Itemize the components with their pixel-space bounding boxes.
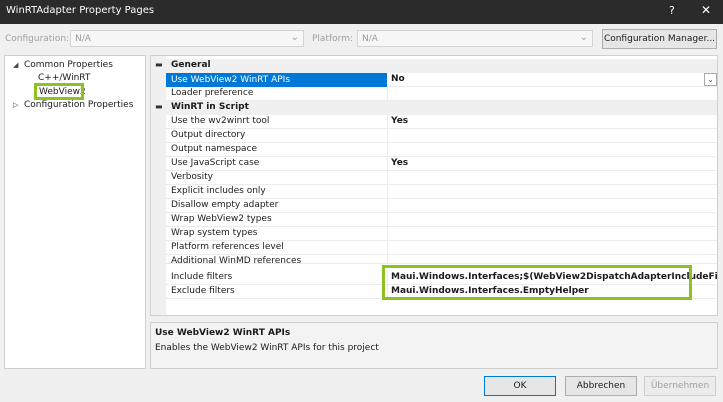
chevron-down-icon[interactable]: ⌄: [704, 73, 717, 86]
property-name: Disallow empty adapter: [171, 200, 279, 210]
property-row[interactable]: Loader preference: [166, 87, 717, 101]
description-panel: Use WebView2 WinRT APIs Enables the WebV…: [150, 322, 718, 369]
cancel-button[interactable]: Abbrechen: [565, 376, 637, 396]
property-name: Output namespace: [171, 144, 258, 154]
category-label: General: [171, 60, 211, 70]
webview2-highlight-box: [34, 83, 84, 100]
property-row[interactable]: Use the wv2winrt tool Yes: [166, 115, 717, 129]
category-winrt-in-script[interactable]: ▬ WinRT in Script: [151, 101, 717, 115]
property-name: Platform references level: [171, 242, 284, 252]
grid-gutter: [151, 56, 166, 315]
property-name: Explicit includes only: [171, 186, 266, 196]
category-label: WinRT in Script: [171, 102, 249, 112]
property-name: Use WebView2 WinRT APIs: [166, 73, 387, 87]
chevron-down-icon: ⌄: [290, 32, 299, 43]
property-value[interactable]: No: [391, 74, 405, 84]
property-name: Include filters: [171, 272, 233, 282]
configuration-manager-button[interactable]: Configuration Manager...: [602, 29, 717, 49]
property-name: Use the wv2winrt tool: [171, 116, 270, 126]
property-name: Loader preference: [171, 88, 254, 98]
tree-item-common-properties[interactable]: Common Properties: [24, 60, 113, 70]
property-name: Use JavaScript case: [171, 158, 260, 168]
platform-value: N/A: [362, 34, 378, 44]
title-bar: WinRTAdapter Property Pages ? ✕: [0, 0, 723, 24]
property-row[interactable]: Use WebView2 WinRT APIs No ⌄: [166, 73, 717, 87]
description-title: Use WebView2 WinRT APIs: [155, 328, 291, 338]
property-name: Wrap system types: [171, 228, 258, 238]
configuration-label: Configuration:: [5, 34, 70, 44]
filters-highlight-box: [382, 265, 692, 300]
property-name: Additional WinMD references: [171, 256, 302, 264]
help-button[interactable]: ?: [669, 4, 675, 17]
property-row[interactable]: Output directory: [166, 129, 717, 143]
collapse-triangle-icon[interactable]: ◢: [13, 61, 18, 69]
expand-triangle-icon[interactable]: ▷: [13, 101, 18, 109]
property-row[interactable]: Verbosity: [166, 171, 717, 185]
property-name: Verbosity: [171, 172, 213, 182]
tree-item-cppwinrt[interactable]: C++/WinRT: [38, 73, 90, 83]
property-row[interactable]: Disallow empty adapter: [166, 199, 717, 213]
property-row[interactable]: Wrap system types: [166, 227, 717, 241]
window-title: WinRTAdapter Property Pages: [6, 5, 155, 16]
property-name: Wrap WebView2 types: [171, 214, 272, 224]
platform-combo[interactable]: N/A ⌄: [357, 30, 593, 47]
property-row[interactable]: Additional WinMD references: [166, 255, 717, 264]
category-general[interactable]: ▬ General: [151, 59, 717, 73]
apply-button[interactable]: Übernehmen: [644, 376, 716, 396]
description-body: Enables the WebView2 WinRT APIs for this…: [155, 343, 379, 353]
tree-item-configuration-properties[interactable]: Configuration Properties: [24, 100, 133, 110]
property-name: Output directory: [171, 130, 246, 140]
collapse-icon[interactable]: ▬: [155, 60, 163, 69]
platform-label: Platform:: [312, 34, 353, 44]
property-row[interactable]: Use JavaScript case Yes: [166, 157, 717, 171]
configuration-combo[interactable]: N/A ⌄: [70, 30, 304, 47]
configuration-value: N/A: [75, 34, 91, 44]
property-row[interactable]: Output namespace: [166, 143, 717, 157]
property-value[interactable]: Yes: [391, 116, 408, 126]
property-value[interactable]: Yes: [391, 158, 408, 168]
property-tree: ◢ Common Properties C++/WinRT WebView2 ▷…: [4, 55, 146, 369]
close-button[interactable]: ✕: [701, 3, 711, 17]
property-row[interactable]: Explicit includes only: [166, 185, 717, 199]
property-row[interactable]: Wrap WebView2 types: [166, 213, 717, 227]
collapse-icon[interactable]: ▬: [155, 102, 163, 111]
chevron-down-icon: ⌄: [579, 32, 588, 43]
property-row[interactable]: Platform references level: [166, 241, 717, 255]
property-name: Exclude filters: [171, 286, 235, 296]
ok-button[interactable]: OK: [484, 376, 556, 396]
